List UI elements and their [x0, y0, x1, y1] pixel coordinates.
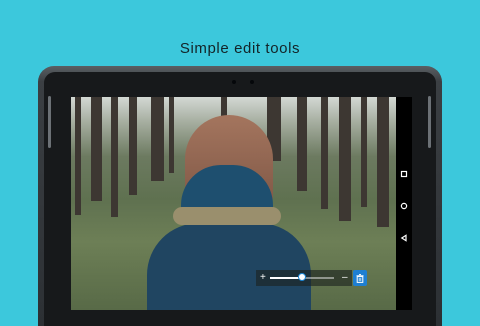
adjust-slider-panel: + –	[256, 270, 352, 286]
recents-button[interactable]	[396, 167, 412, 181]
tablet-right-edge	[428, 96, 431, 148]
tablet-left-edge	[48, 96, 51, 148]
increase-label[interactable]: +	[260, 270, 266, 286]
headline: Simple edit tools	[179, 40, 301, 57]
delete-button[interactable]	[353, 270, 367, 286]
photo-subject-coat	[147, 223, 311, 310]
sensor-dot	[250, 80, 254, 84]
photo-subject-collar	[173, 207, 281, 225]
slider-thumb[interactable]	[298, 273, 306, 281]
triangle-icon	[400, 234, 407, 242]
back-button[interactable]	[396, 231, 412, 245]
android-nav-bar	[396, 97, 412, 310]
trash-icon	[356, 273, 364, 283]
home-button[interactable]	[396, 199, 412, 213]
circle-icon	[400, 202, 408, 210]
decrease-label[interactable]: –	[342, 270, 348, 286]
square-icon	[400, 170, 408, 178]
camera-dot	[232, 80, 236, 84]
